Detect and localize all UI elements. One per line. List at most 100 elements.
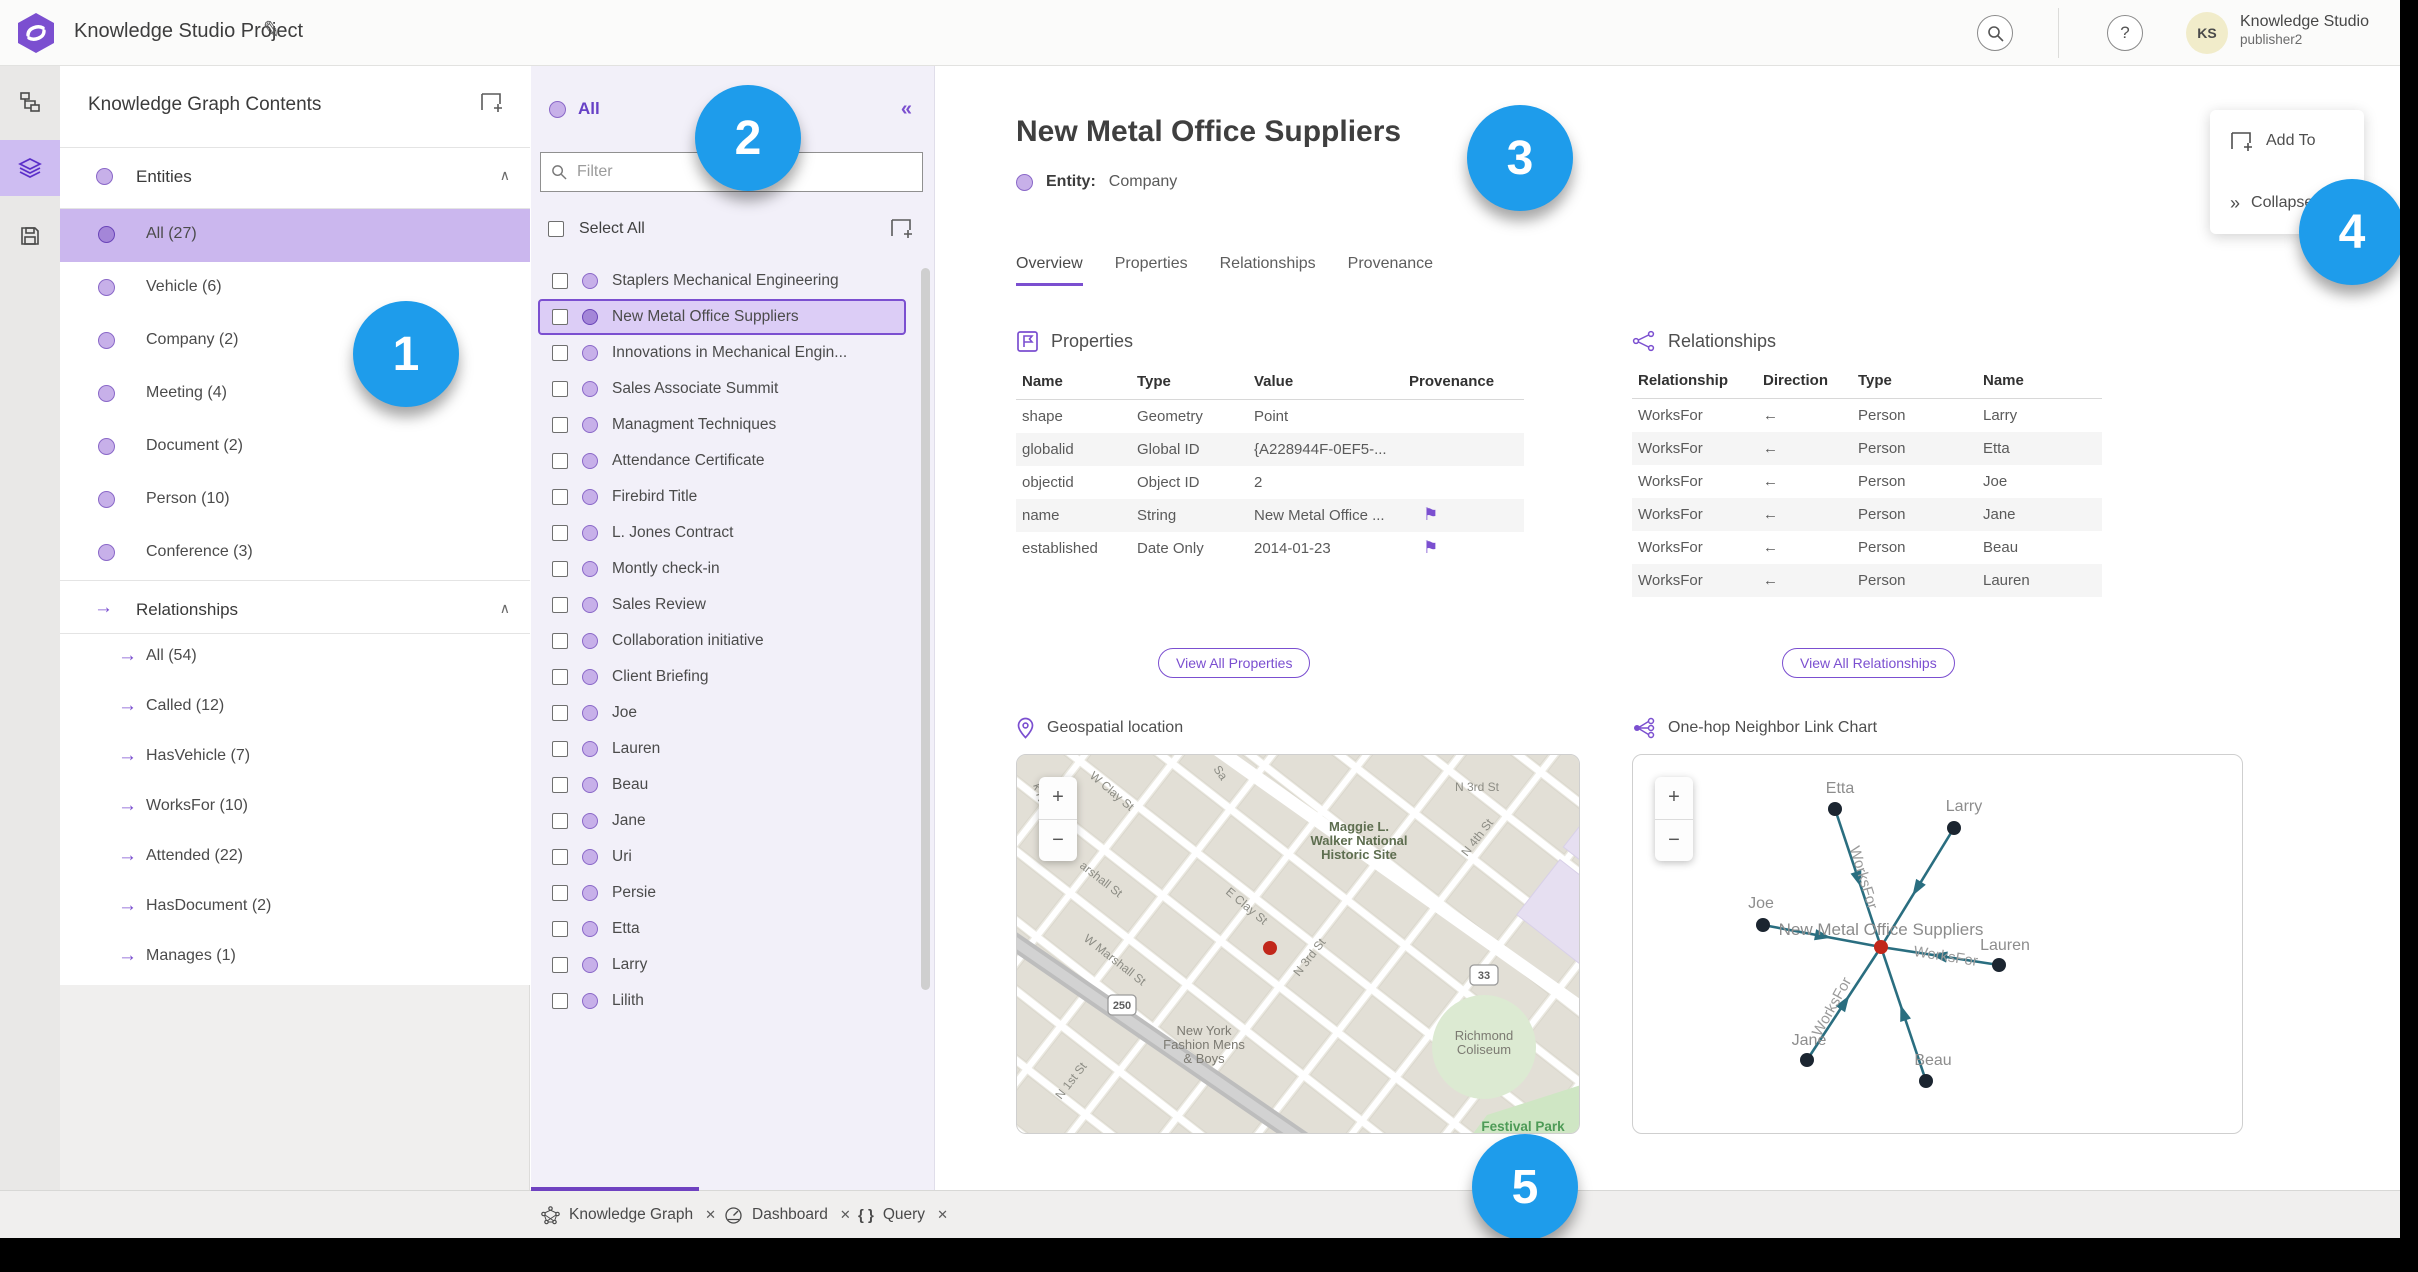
select-all-row[interactable]: Select All [548, 211, 918, 247]
select-all-checkbox[interactable] [548, 221, 564, 237]
detail-tab-relationships[interactable]: Relationships [1220, 255, 1316, 286]
item-checkbox[interactable] [552, 741, 568, 757]
relationship-type-item[interactable]: → WorksFor (10) [60, 784, 530, 834]
relationship-type-item[interactable]: → Manages (1) [60, 934, 530, 984]
entity-type-item[interactable]: All (27) [60, 209, 530, 262]
item-checkbox[interactable] [552, 309, 568, 325]
item-checkbox[interactable] [552, 777, 568, 793]
item-checkbox[interactable] [552, 633, 568, 649]
item-checkbox[interactable] [552, 345, 568, 361]
list-item[interactable]: Sales Associate Summit [538, 371, 906, 407]
item-checkbox[interactable] [552, 921, 568, 937]
item-checkbox[interactable] [552, 705, 568, 721]
entity-name-link[interactable]: Beau [1977, 531, 2102, 564]
list-item[interactable]: Larry [538, 947, 906, 983]
list-item[interactable]: Managment Techniques [538, 407, 906, 443]
tab-dashboard[interactable]: Dashboard ✕ [724, 1191, 851, 1239]
list-item[interactable]: Joe [538, 695, 906, 731]
entity-type-item[interactable]: Company (2) [60, 315, 530, 368]
table-row[interactable]: WorksFor ← Person Larry [1632, 399, 2102, 432]
collapse-chevron-icon[interactable]: ∧ [500, 600, 510, 617]
close-tab-icon[interactable]: ✕ [705, 1207, 716, 1223]
link-chart-node[interactable] [1800, 1053, 1814, 1067]
list-item[interactable]: Staplers Mechanical Engineering [538, 263, 906, 299]
entity-name-link[interactable]: Etta [1977, 431, 2102, 465]
search-button[interactable] [1977, 15, 2013, 51]
entity-type-item[interactable]: Vehicle (6) [60, 262, 530, 315]
zoom-in-button[interactable]: + [1039, 777, 1077, 820]
list-item[interactable]: Innovations in Mechanical Engin... [538, 335, 906, 371]
entity-type-item[interactable]: Meeting (4) [60, 368, 530, 421]
list-item[interactable]: Lilith [538, 983, 906, 1019]
relationship-link[interactable]: WorksFor [1632, 465, 1757, 498]
entity-name-link[interactable]: Jane [1977, 497, 2102, 531]
table-row[interactable]: objectid Object ID 2 [1016, 466, 1524, 499]
table-row[interactable]: WorksFor ← Person Beau [1632, 531, 2102, 564]
rail-contents-button[interactable] [0, 140, 60, 196]
item-checkbox[interactable] [552, 993, 568, 1009]
list-item[interactable]: Attendance Certificate [538, 443, 906, 479]
table-row[interactable]: WorksFor ← Person Etta [1632, 431, 2102, 465]
list-item[interactable]: Uri [538, 839, 906, 875]
table-row[interactable]: name String New Metal Office ... ⚑ [1016, 498, 1524, 532]
zoom-in-button[interactable]: + [1655, 777, 1693, 820]
item-checkbox[interactable] [552, 273, 568, 289]
entity-name-link[interactable]: Larry [1977, 399, 2102, 432]
tab-query[interactable]: { } Query ✕ [858, 1191, 948, 1239]
relationship-link[interactable]: WorksFor [1632, 531, 1757, 564]
link-chart-node[interactable] [1947, 821, 1961, 835]
item-checkbox[interactable] [552, 453, 568, 469]
entity-type-item[interactable]: Conference (3) [60, 527, 530, 580]
avatar[interactable]: KS [2186, 12, 2228, 54]
item-checkbox[interactable] [552, 849, 568, 865]
list-item[interactable]: Collaboration initiative [538, 623, 906, 659]
item-checkbox[interactable] [552, 417, 568, 433]
tab-knowledge-graph[interactable]: Knowledge Graph ✕ [541, 1191, 716, 1239]
relationship-link[interactable]: WorksFor [1632, 399, 1757, 432]
detail-tab-overview[interactable]: Overview [1016, 255, 1083, 286]
relationship-type-item[interactable]: → HasDocument (2) [60, 884, 530, 934]
rail-save-button[interactable] [0, 208, 60, 264]
relationship-type-item[interactable]: → All (54) [60, 634, 530, 684]
item-checkbox[interactable] [552, 489, 568, 505]
table-row[interactable]: WorksFor ← Person Jane [1632, 497, 2102, 531]
map[interactable]: k RdW Clay StSaarshall StW Marshall StE … [1017, 755, 1580, 1134]
link-chart-node[interactable] [1919, 1074, 1933, 1088]
list-item[interactable]: Montly check-in [538, 551, 906, 587]
detail-tab-provenance[interactable]: Provenance [1348, 255, 1433, 286]
detail-tab-properties[interactable]: Properties [1115, 255, 1188, 286]
item-checkbox[interactable] [552, 525, 568, 541]
relationship-type-item[interactable]: → HasVehicle (7) [60, 734, 530, 784]
list-item[interactable]: L. Jones Contract [538, 515, 906, 551]
provenance-flag-icon[interactable]: ⚑ [1409, 505, 1438, 524]
link-chart[interactable]: WorksFor WorksFor WorksFor New Metal Office… [1633, 755, 2243, 1134]
zoom-out-button[interactable]: − [1039, 820, 1077, 862]
link-chart-center-node[interactable] [1874, 940, 1888, 954]
list-item[interactable]: Beau [538, 767, 906, 803]
map-panel[interactable]: k RdW Clay StSaarshall StW Marshall StE … [1016, 754, 1580, 1134]
view-all-relationships-button[interactable]: View All Relationships [1782, 648, 1955, 678]
list-item[interactable]: Client Briefing [538, 659, 906, 695]
relationship-type-item[interactable]: → Called (12) [60, 684, 530, 734]
list-item[interactable]: Sales Review [538, 587, 906, 623]
list-item[interactable]: Jane [538, 803, 906, 839]
table-row[interactable]: WorksFor ← Person Joe [1632, 465, 2102, 498]
collapse-panel-icon[interactable]: « [901, 98, 912, 121]
item-checkbox[interactable] [552, 957, 568, 973]
relationships-section-header[interactable]: → Relationships ∧ [60, 581, 530, 641]
list-header[interactable]: All [549, 99, 600, 119]
add-to-new-window-icon[interactable] [480, 92, 502, 112]
provenance-flag-icon[interactable]: ⚑ [1409, 538, 1438, 557]
relationship-link[interactable]: WorksFor [1632, 431, 1757, 465]
entity-name-link[interactable]: Lauren [1977, 563, 2102, 597]
linkchart-panel[interactable]: WorksFor WorksFor WorksFor New Metal Office… [1632, 754, 2243, 1134]
entities-section-header[interactable]: Entities ∧ [60, 148, 530, 208]
table-row[interactable]: WorksFor ← Person Lauren [1632, 563, 2102, 597]
item-checkbox[interactable] [552, 885, 568, 901]
table-row[interactable]: globalid Global ID {A228944F-0EF5-... [1016, 432, 1524, 466]
list-item[interactable]: New Metal Office Suppliers [538, 299, 906, 335]
entity-type-item[interactable]: Document (2) [60, 421, 530, 474]
link-chart-node[interactable] [1992, 958, 2006, 972]
list-item[interactable]: Lauren [538, 731, 906, 767]
view-all-properties-button[interactable]: View All Properties [1158, 648, 1311, 678]
